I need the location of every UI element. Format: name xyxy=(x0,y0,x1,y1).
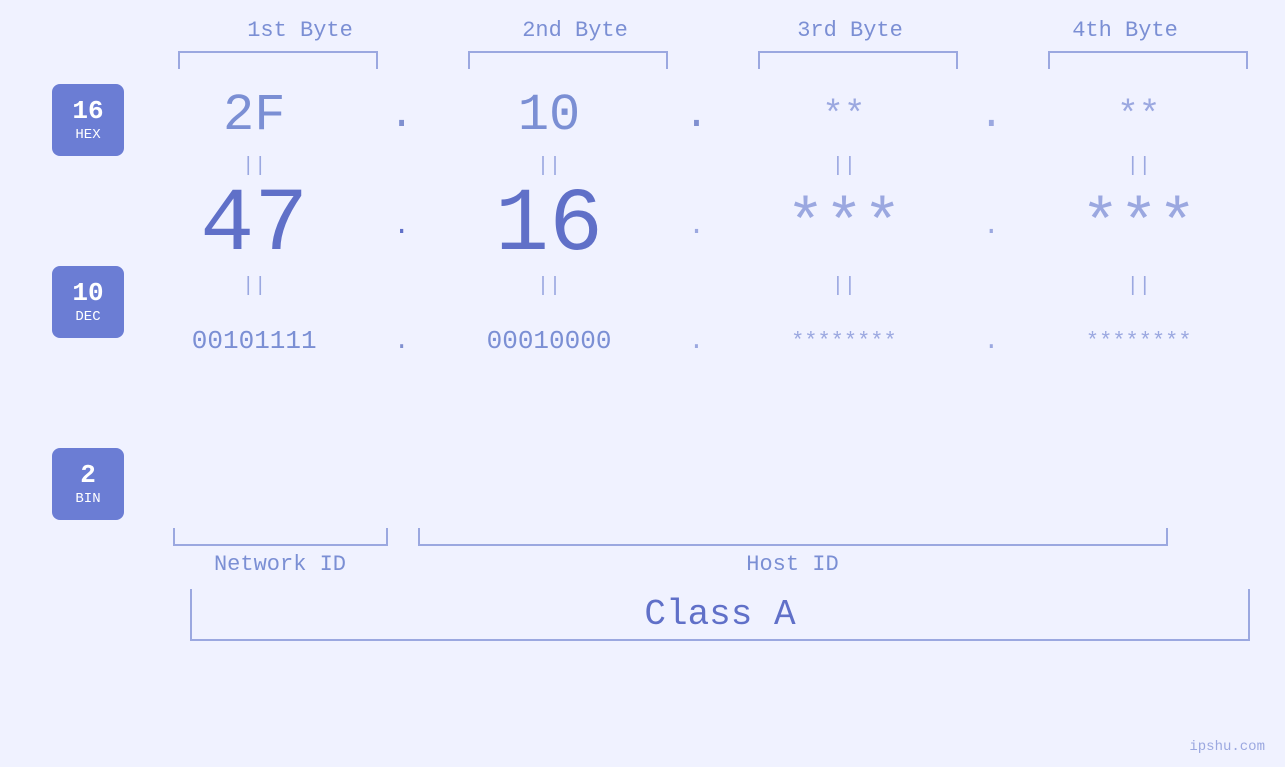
spacer-dec-bin xyxy=(48,338,128,448)
bin-cell-2: 00010000 xyxy=(449,326,649,356)
byte-label-4: 4th Byte xyxy=(1005,18,1245,43)
badges-column: 16 HEX 10 DEC 2 BIN xyxy=(48,79,128,520)
eq-3: || xyxy=(744,155,944,178)
top-bracket-row xyxy=(163,51,1263,69)
bracket-top-1 xyxy=(178,51,378,69)
hex-badge: 16 HEX xyxy=(52,84,124,156)
bin-row: 00101111 . 00010000 . ******** . *******… xyxy=(138,311,1255,371)
dec-value-4: *** xyxy=(1081,190,1196,262)
dec-cell-4: *** xyxy=(1039,194,1239,258)
byte-labels-row: 1st Byte 2nd Byte 3rd Byte 4th Byte xyxy=(163,18,1263,43)
dec-badge-wrapper: 10 DEC xyxy=(48,266,128,338)
bottom-bracket-row xyxy=(173,528,1273,546)
bin-cell-1: 00101111 xyxy=(154,326,354,356)
byte-label-3: 3rd Byte xyxy=(730,18,970,43)
bin-badge: 2 BIN xyxy=(52,448,124,520)
dec-badge-number: 10 xyxy=(72,279,103,308)
dec-badge: 10 DEC xyxy=(52,266,124,338)
hex-cell-3: ** xyxy=(744,95,944,136)
dec-cell-1: 47 xyxy=(154,181,354,271)
dec-badge-label: DEC xyxy=(75,309,100,325)
hex-dot-1: . xyxy=(387,94,417,136)
class-label: Class A xyxy=(644,594,795,635)
bin-cell-3: ******** xyxy=(744,329,944,354)
spacer-hex-dec xyxy=(48,156,128,266)
dec-dot-1: . xyxy=(387,211,417,242)
hex-badge-number: 16 xyxy=(72,97,103,126)
segment-labels-row: Network ID Host ID xyxy=(173,552,1273,577)
eq-4: || xyxy=(1039,155,1239,178)
content-area: 16 HEX 10 DEC 2 BIN xyxy=(0,79,1285,520)
hex-row: 2F . 10 . ** . ** xyxy=(138,79,1255,151)
bin-badge-number: 2 xyxy=(80,461,96,490)
hex-badge-wrapper: 16 HEX xyxy=(48,84,128,156)
bin-value-1: 00101111 xyxy=(192,326,317,356)
hex-dot-2: . xyxy=(681,94,711,136)
bin-dot-3: . xyxy=(976,326,1006,356)
eq2-3: || xyxy=(744,275,944,298)
eq2-1: || xyxy=(154,275,354,298)
dec-dot-3: . xyxy=(976,211,1006,242)
dec-value-3: *** xyxy=(786,190,901,262)
eq-row-2: || || || || xyxy=(138,271,1255,301)
bin-badge-label: BIN xyxy=(75,491,100,507)
data-column: 2F . 10 . ** . ** || || xyxy=(138,79,1255,520)
hex-value-3: ** xyxy=(822,95,865,136)
dec-value-2: 16 xyxy=(495,175,603,277)
dec-cell-3: *** xyxy=(744,194,944,258)
bracket-top-4 xyxy=(1048,51,1248,69)
class-banner: Class A xyxy=(190,589,1250,641)
label-gap xyxy=(388,552,418,577)
hex-badge-label: HEX xyxy=(75,127,100,143)
bracket-bottom-network xyxy=(173,528,388,546)
bracket-bottom-host xyxy=(418,528,1168,546)
hex-cell-1: 2F xyxy=(154,86,354,145)
bin-badge-wrapper: 2 BIN xyxy=(48,448,128,520)
eq2-2: || xyxy=(449,275,649,298)
bin-value-4: ******** xyxy=(1086,329,1192,354)
watermark: ipshu.com xyxy=(1189,739,1265,755)
bin-dot-2: . xyxy=(681,326,711,356)
host-id-label: Host ID xyxy=(418,552,1168,577)
bracket-top-3 xyxy=(758,51,958,69)
bin-value-3: ******** xyxy=(791,329,897,354)
bin-cell-4: ******** xyxy=(1039,329,1239,354)
hex-cell-4: ** xyxy=(1039,95,1239,136)
hex-value-1: 2F xyxy=(223,86,285,145)
dec-dot-2: . xyxy=(681,211,711,242)
bin-value-2: 00010000 xyxy=(487,326,612,356)
network-id-label: Network ID xyxy=(173,552,388,577)
hex-value-2: 10 xyxy=(518,86,580,145)
dec-value-1: 47 xyxy=(200,175,308,277)
hex-dot-3: . xyxy=(976,94,1006,136)
main-container: 1st Byte 2nd Byte 3rd Byte 4th Byte 16 H… xyxy=(0,0,1285,767)
byte-label-1: 1st Byte xyxy=(180,18,420,43)
hex-cell-2: 10 xyxy=(449,86,649,145)
dec-cell-2: 16 xyxy=(449,181,649,271)
bracket-top-2 xyxy=(468,51,668,69)
hex-value-4: ** xyxy=(1117,95,1160,136)
byte-label-2: 2nd Byte xyxy=(455,18,695,43)
eq2-4: || xyxy=(1039,275,1239,298)
bin-dot-1: . xyxy=(387,326,417,356)
dec-row: 47 . 16 . *** . *** xyxy=(138,181,1255,271)
